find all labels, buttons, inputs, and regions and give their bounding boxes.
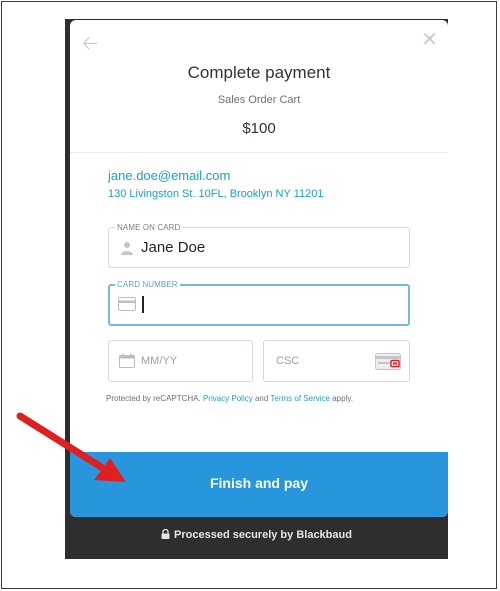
card-number-field[interactable]: CARD NUMBER	[108, 280, 410, 326]
modal-subtitle: Sales Order Cart	[217, 94, 301, 106]
modal-title: Complete payment	[187, 63, 331, 82]
name-on-card-field[interactable]: NAME ON CARD Jane Doe	[108, 223, 410, 268]
text-cursor	[142, 296, 144, 313]
expiry-field[interactable]: MM/YY	[108, 340, 253, 382]
payment-amount: $100	[242, 120, 276, 137]
card-number-label: CARD NUMBER	[115, 280, 180, 289]
recaptcha-notice: Protected by reCAPTCHA. Privacy Policy a…	[106, 394, 353, 403]
privacy-policy-link[interactable]: Privacy Policy	[203, 394, 253, 403]
contact-address: 130 Livingston St. 10FL, Brooklyn NY 112…	[108, 188, 324, 200]
csc-field[interactable]: CSC	[263, 340, 410, 382]
name-on-card-value: Jane Doe	[141, 239, 206, 256]
credit-card-icon	[118, 297, 136, 311]
csc-placeholder: CSC	[276, 355, 300, 367]
legal-and: and	[254, 394, 269, 403]
red-arrow-icon	[16, 412, 126, 482]
person-icon	[121, 242, 133, 255]
arrow-left-icon[interactable]: 🡠	[82, 34, 98, 54]
csc-card-icon	[375, 353, 401, 370]
secure-processing-text: Processed securely by Blackbaud	[174, 529, 352, 541]
name-on-card-label: NAME ON CARD	[115, 223, 183, 232]
secure-processing-note: Processed securely by Blackbaud	[65, 529, 448, 541]
lock-icon	[161, 529, 170, 539]
header-divider	[70, 152, 448, 153]
legal-suffix: apply.	[332, 394, 353, 403]
close-icon[interactable]: ✕	[421, 30, 438, 50]
contact-email: jane.doe@email.com	[108, 168, 231, 183]
legal-prefix: Protected by reCAPTCHA.	[106, 394, 201, 403]
expiry-placeholder: MM/YY	[141, 355, 178, 367]
calendar-icon	[119, 353, 135, 368]
terms-of-service-link[interactable]: Terms of Service	[270, 394, 330, 403]
